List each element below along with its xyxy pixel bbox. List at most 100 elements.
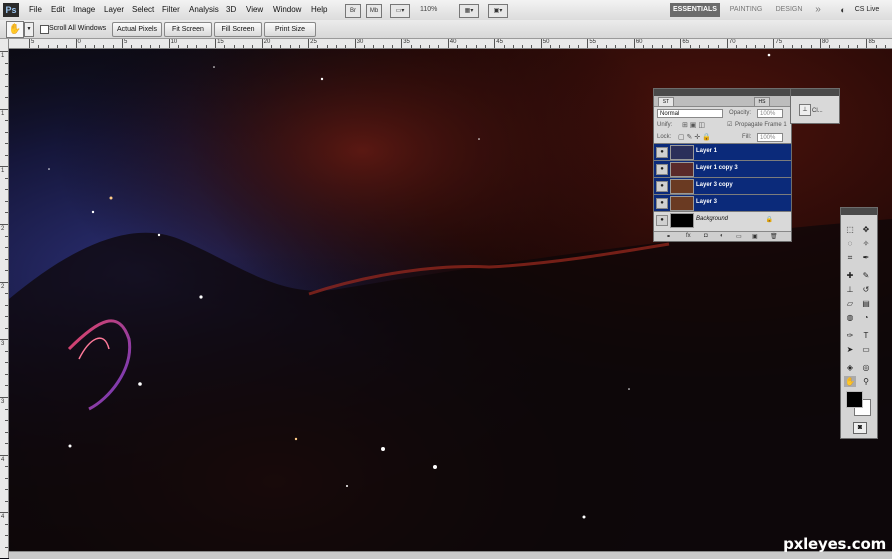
layer-thumbnail	[670, 162, 694, 177]
menu-image[interactable]: Image	[73, 5, 95, 14]
opacity-field[interactable]: 100%	[757, 109, 783, 118]
lock-icons[interactable]: ▢ ✎ ✛ 🔒	[678, 133, 711, 141]
panel-title-bar[interactable]	[654, 89, 791, 96]
zoom-level-dropdown[interactable]: 110%	[420, 6, 437, 13]
fill-field[interactable]: 100%	[757, 133, 783, 142]
ruler-tick	[745, 45, 747, 48]
menu-layer[interactable]: Layer	[104, 5, 124, 14]
ruler-tick	[131, 45, 133, 48]
menu-help[interactable]: Help	[311, 5, 327, 14]
eraser-tool-icon[interactable]: ▱	[844, 298, 856, 309]
menu-filter[interactable]: Filter	[162, 5, 180, 14]
workspace-essentials[interactable]: ESSENTIALS	[670, 3, 720, 17]
eye-icon[interactable]: ●	[656, 181, 668, 192]
menu-3d[interactable]: 3D	[226, 5, 236, 14]
ruler-vertical[interactable]: 1 1 1 2 2 3 3 4 4	[0, 39, 9, 558]
pen-tool-icon[interactable]: ✑	[844, 330, 856, 341]
tab-st[interactable]: ST	[658, 97, 674, 107]
chevron-down-icon[interactable]: ▼	[24, 22, 34, 37]
layers-panel-footer: ⚭ fx ◘ ◐ ▭ ▣ 🗑	[654, 231, 791, 241]
quick-select-tool-icon[interactable]: ✧	[860, 238, 872, 249]
fit-screen-button[interactable]: Fit Screen	[164, 22, 212, 37]
eye-icon[interactable]: ●	[656, 164, 668, 175]
clone-stamp-tool-icon[interactable]: ⊥	[844, 284, 856, 295]
ruler-tick	[243, 45, 245, 48]
ruler-tick	[540, 39, 542, 48]
layer-row[interactable]: ● Layer 3	[654, 194, 791, 211]
quick-mask-icon[interactable]: ◙	[853, 422, 867, 434]
move-tool-icon[interactable]: ✥	[860, 224, 872, 235]
add-mask-icon[interactable]: ◘	[704, 233, 708, 239]
dodge-tool-icon[interactable]: ◔	[860, 312, 872, 323]
propagate-checkbox-icon[interactable]: ☑	[727, 121, 732, 128]
scroll-all-windows-checkbox[interactable]	[40, 25, 49, 34]
blur-tool-icon[interactable]: ◍	[844, 312, 856, 323]
bridge-button[interactable]: Br	[345, 4, 361, 18]
blend-mode-select[interactable]: Normal	[657, 109, 723, 118]
layer-thumbnail	[670, 179, 694, 194]
trash-icon[interactable]: 🗑	[770, 233, 778, 240]
type-tool-icon[interactable]: T	[860, 330, 872, 341]
layer-style-icon[interactable]: fx	[686, 233, 691, 239]
layer-row[interactable]: ● Layer 1 copy 3	[654, 160, 791, 177]
arrange-documents-icon[interactable]: ▦▾	[459, 4, 479, 18]
path-select-tool-icon[interactable]: ➤	[844, 344, 856, 355]
view-extras-icon[interactable]: ▭▾	[390, 4, 410, 18]
ruler-tick	[5, 258, 8, 260]
link-layers-icon[interactable]: ⚭	[666, 233, 671, 240]
layer-row-background[interactable]: ● Background 🔒	[654, 211, 791, 228]
layers-panel[interactable]: ST HS Normal Opacity: 100% Unify: ⊞ ▣ ◫ …	[653, 88, 792, 242]
ruler-label: 0	[77, 39, 81, 45]
cslive-button[interactable]: CS Live	[850, 3, 884, 17]
3d-rotate-tool-icon[interactable]: ◈	[844, 362, 856, 373]
ruler-tick	[5, 443, 8, 445]
menu-file[interactable]: File	[29, 5, 42, 14]
ruler-tick	[782, 45, 784, 48]
marquee-tool-icon[interactable]: ⬚	[844, 224, 856, 235]
ruler-tick	[103, 45, 105, 48]
adjustment-layer-icon[interactable]: ◐	[720, 233, 724, 239]
foreground-color-swatch[interactable]	[846, 391, 863, 408]
healing-tool-icon[interactable]: ✚	[844, 270, 856, 281]
clone-stamp-icon[interactable]: ⊥	[799, 104, 811, 116]
eye-icon[interactable]: ●	[656, 215, 668, 226]
hand-tool-icon[interactable]: ✋	[844, 376, 856, 387]
lasso-tool-icon[interactable]: ◌	[844, 238, 856, 249]
3d-orbit-tool-icon[interactable]: ◎	[860, 362, 872, 373]
layer-name: Layer 3 copy	[696, 182, 733, 188]
layer-row[interactable]: ● Layer 3 copy	[654, 177, 791, 194]
clone-source-panel[interactable]: ⊥ Cl...	[790, 88, 840, 124]
minibridge-button[interactable]: Mb	[366, 4, 382, 18]
new-layer-icon[interactable]: ▣	[752, 233, 758, 240]
eye-icon[interactable]: ●	[656, 147, 668, 158]
tab-hs[interactable]: HS	[754, 97, 770, 107]
menu-select[interactable]: Select	[132, 5, 154, 14]
eye-icon[interactable]: ●	[656, 198, 668, 209]
fill-screen-button[interactable]: Fill Screen	[214, 22, 262, 37]
ruler-horizontal[interactable]: 5 0 5 10 15 20 25 30 35 40 45 50 55 60 65 70 75 80 85	[8, 39, 892, 49]
shape-tool-icon[interactable]: ▭	[860, 344, 872, 355]
panel-title-bar[interactable]	[841, 208, 877, 215]
ruler-tick	[0, 166, 8, 168]
layer-row[interactable]: ● Layer 1	[654, 143, 791, 160]
unify-icons[interactable]: ⊞ ▣ ◫	[682, 121, 705, 129]
panel-title-bar[interactable]	[791, 89, 839, 96]
group-icon[interactable]: ▭	[736, 233, 742, 240]
menu-edit[interactable]: Edit	[51, 5, 65, 14]
more-workspaces-button[interactable]: »	[812, 3, 824, 17]
history-brush-tool-icon[interactable]: ↺	[860, 284, 872, 295]
menu-view[interactable]: View	[246, 5, 263, 14]
workspace-painting[interactable]: PAINTING	[726, 3, 766, 17]
workspace-design[interactable]: DESIGN	[774, 3, 804, 17]
hand-tool-preset-icon[interactable]: ✋	[6, 21, 24, 38]
menu-analysis[interactable]: Analysis	[189, 5, 219, 14]
print-size-button[interactable]: Print Size	[264, 22, 316, 37]
crop-tool-icon[interactable]: ⌗	[844, 252, 856, 263]
menu-window[interactable]: Window	[273, 5, 301, 14]
gradient-tool-icon[interactable]: ▤	[860, 298, 872, 309]
screen-mode-icon[interactable]: ▣▾	[488, 4, 508, 18]
actual-pixels-button[interactable]: Actual Pixels	[112, 22, 162, 37]
brush-tool-icon[interactable]: ✎	[860, 270, 872, 281]
zoom-tool-icon[interactable]: ⚲	[860, 376, 872, 387]
eyedropper-tool-icon[interactable]: ✒	[860, 252, 872, 263]
